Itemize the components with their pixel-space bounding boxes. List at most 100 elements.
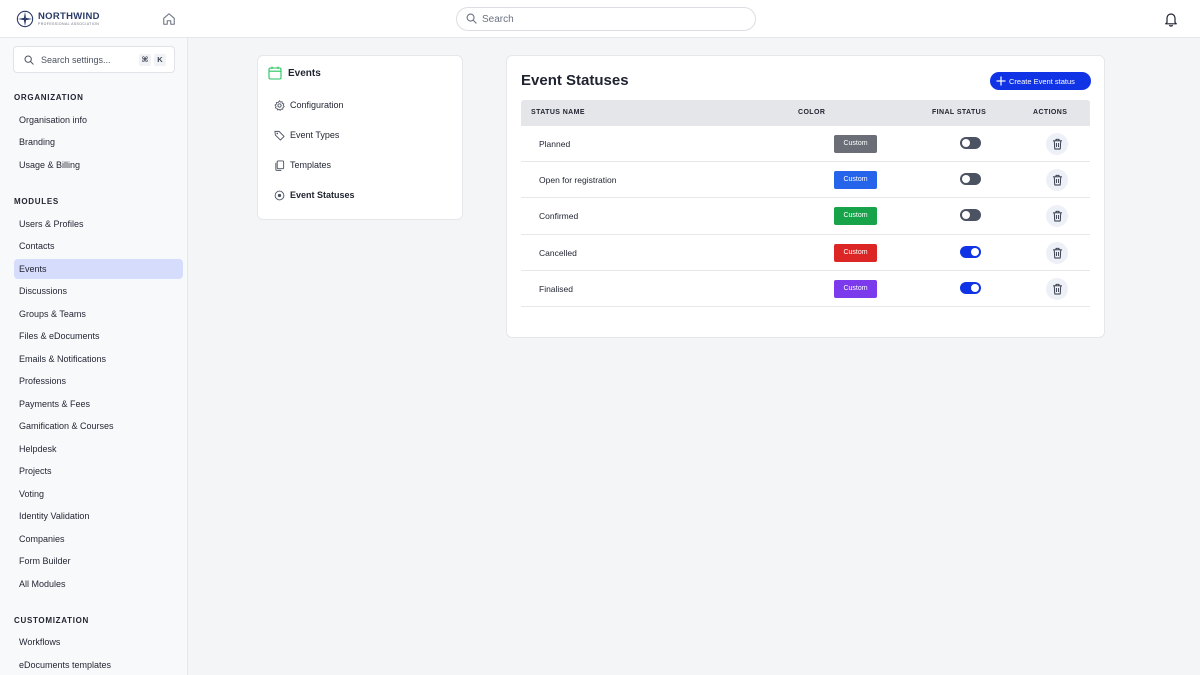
status-name: Planned [539, 139, 571, 149]
global-search[interactable] [456, 7, 756, 31]
search-icon [24, 55, 34, 65]
color-swatch[interactable]: Custom [834, 207, 877, 226]
final-status-toggle[interactable] [960, 173, 981, 186]
sidebar-item-branding[interactable]: Branding [14, 132, 183, 152]
create-event-status-label: Create Event status [1009, 76, 1075, 86]
submenu-label-templates: Templates [290, 160, 332, 170]
global-search-input[interactable] [482, 11, 742, 27]
table-row: Open for registration Custom [521, 162, 1090, 199]
trash-icon [1052, 175, 1062, 186]
event-statuses-panel: Event Statuses Create Event status STATU… [506, 55, 1105, 338]
delete-button[interactable] [1046, 241, 1068, 264]
sidebar-item-users-profiles[interactable]: Users & Profiles [14, 214, 183, 234]
sidebar-item-edocuments-templates[interactable]: eDocuments templates [14, 655, 183, 675]
sidebar-item-groups-teams[interactable]: Groups & Teams [14, 304, 183, 324]
target-icon [274, 190, 285, 200]
section-title-modules: MODULES [14, 197, 59, 206]
sidebar-item-all-modules[interactable]: All Modules [14, 574, 183, 594]
sidebar-item-files-edocuments[interactable]: Files & eDocuments [14, 326, 183, 346]
sidebar-item-discussions[interactable]: Discussions [14, 281, 183, 301]
delete-button[interactable] [1046, 169, 1068, 192]
sidebar-item-form-builder[interactable]: Form Builder [14, 551, 183, 571]
toggle-knob [962, 139, 970, 147]
toggle-knob [962, 211, 970, 220]
logo[interactable]: NORTHWIND PROFESSIONAL ASSOCIATION [16, 10, 100, 28]
settings-search-input[interactable] [41, 53, 135, 67]
events-submenu: Events Configuration Event Types Templat… [257, 55, 463, 220]
copy-icon [275, 159, 285, 171]
sidebar-item-gamification-courses[interactable]: Gamification & Courses [14, 416, 183, 436]
sidebar-item-organisation-info[interactable]: Organisation info [14, 110, 183, 130]
column-header-final-status: FINAL STATUS [932, 109, 987, 116]
tag-icon [274, 130, 285, 141]
final-status-toggle[interactable] [960, 245, 981, 258]
logo-name: NORTHWIND [38, 11, 100, 22]
final-status-toggle[interactable] [960, 209, 981, 222]
submenu-item-configuration[interactable]: Configuration [274, 98, 344, 112]
status-name: Open for registration [539, 175, 617, 186]
submenu-item-event-types[interactable]: Event Types [274, 128, 339, 142]
column-header-status-name[interactable]: STATUS NAME [531, 100, 585, 126]
delete-button[interactable] [1046, 133, 1068, 155]
create-event-status-button[interactable]: Create Event status [990, 72, 1091, 90]
sidebar-item-emails-notifications[interactable]: Emails & Notifications [14, 349, 183, 369]
submenu-label-event-statuses: Event Statuses [290, 190, 355, 200]
table-row: Planned Custom [521, 126, 1090, 163]
color-swatch[interactable]: Custom [834, 171, 877, 190]
column-header-actions: ACTIONS [1033, 109, 1068, 116]
sidebar-item-projects[interactable]: Projects [14, 461, 183, 481]
sidebar-item-payments-fees[interactable]: Payments & Fees [14, 394, 183, 414]
table-header: STATUS NAME COLOR FINAL STATUS ACTIONS [521, 100, 1090, 126]
notifications-bell-icon[interactable] [1163, 11, 1179, 27]
toggle-knob [962, 175, 970, 184]
sidebar-item-companies[interactable]: Companies [14, 529, 183, 549]
gear-icon [274, 99, 285, 111]
color-swatch[interactable]: Custom [834, 243, 877, 262]
column-header-color: COLOR [798, 109, 826, 116]
settings-search[interactable]: ⌘ K [13, 46, 175, 73]
shortcut-mod-key: ⌘ [139, 54, 151, 66]
settings-sidebar: ⌘ K ORGANIZATION Organisation info Brand… [0, 38, 188, 675]
sidebar-item-workflows[interactable]: Workflows [14, 632, 183, 652]
status-name: Confirmed [539, 211, 579, 222]
sidebar-item-contacts[interactable]: Contacts [14, 236, 183, 256]
submenu-title: Events [288, 67, 321, 79]
status-name: Cancelled [539, 247, 577, 258]
search-icon [466, 13, 477, 24]
final-status-toggle[interactable] [960, 137, 981, 149]
trash-icon [1052, 138, 1062, 150]
color-swatch[interactable]: Custom [834, 135, 877, 153]
shortcut-letter-key: K [154, 54, 166, 66]
section-title-customization: CUSTOMIZATION [14, 616, 90, 625]
delete-button[interactable] [1046, 277, 1068, 300]
sidebar-item-helpdesk[interactable]: Helpdesk [14, 439, 183, 459]
submenu-item-templates[interactable]: Templates [274, 158, 331, 172]
home-icon[interactable] [162, 12, 176, 26]
page-title: Event Statuses [521, 72, 629, 89]
compass-logo-icon [16, 10, 34, 28]
trash-icon [1052, 211, 1062, 222]
sidebar-item-usage-billing[interactable]: Usage & Billing [14, 155, 183, 175]
plus-icon [996, 76, 1006, 86]
color-swatch[interactable]: Custom [834, 279, 877, 298]
sidebar-item-identity-validation[interactable]: Identity Validation [14, 506, 183, 526]
logo-subtitle: PROFESSIONAL ASSOCIATION [38, 21, 100, 26]
toggle-knob [971, 247, 979, 256]
delete-button[interactable] [1046, 205, 1068, 228]
event-statuses-table: STATUS NAME COLOR FINAL STATUS ACTIONS P… [521, 100, 1090, 307]
table-row: Cancelled Custom [521, 235, 1090, 271]
submenu-label-configuration: Configuration [290, 100, 344, 110]
table-row: Finalised Custom [521, 271, 1090, 307]
submenu-label-event-types: Event Types [290, 130, 340, 140]
calendar-icon [268, 66, 282, 80]
section-title-organization: ORGANIZATION [14, 93, 84, 102]
submenu-item-event-statuses[interactable]: Event Statuses [274, 188, 355, 202]
sidebar-item-professions[interactable]: Professions [14, 371, 183, 391]
toggle-knob [971, 283, 979, 292]
submenu-header: Events [268, 66, 321, 80]
sidebar-item-voting[interactable]: Voting [14, 484, 183, 504]
trash-icon [1052, 247, 1062, 259]
sidebar-item-events[interactable]: Events [14, 259, 183, 279]
final-status-toggle[interactable] [960, 281, 981, 294]
trash-icon [1052, 283, 1062, 295]
